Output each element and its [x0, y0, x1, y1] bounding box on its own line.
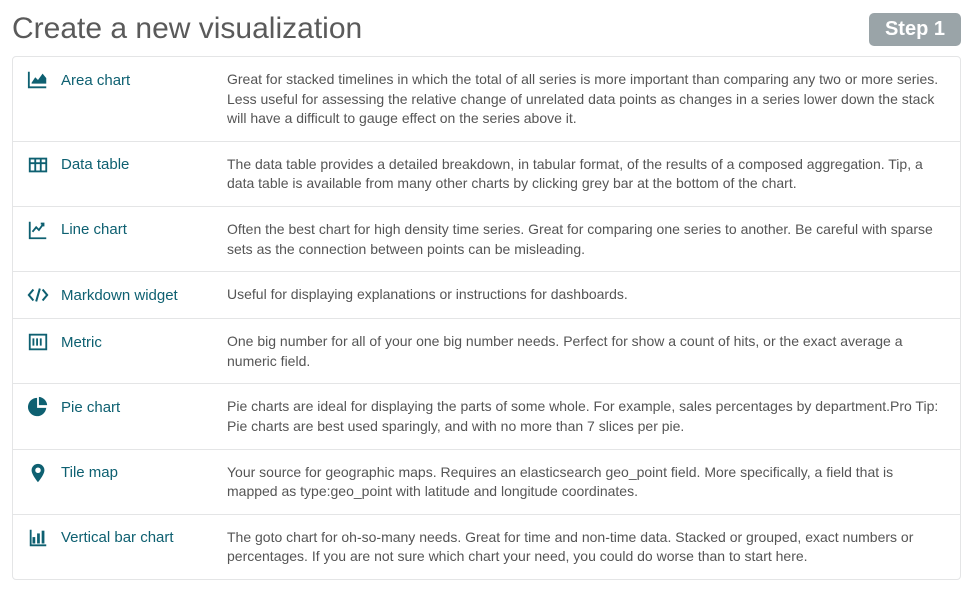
viz-item-left: Area chart [27, 69, 227, 91]
markdown-icon [27, 284, 49, 306]
tile-map-icon [27, 462, 49, 484]
viz-item-description: Great for stacked timelines in which the… [227, 69, 946, 129]
viz-item-area-chart[interactable]: Area chart Great for stacked timelines i… [13, 57, 960, 142]
viz-item-label: Metric [61, 334, 102, 351]
viz-item-left: Markdown widget [27, 284, 227, 306]
viz-item-label: Markdown widget [61, 287, 178, 304]
header: Create a new visualization Step 1 [12, 12, 961, 46]
viz-item-description: Often the best chart for high density ti… [227, 219, 946, 259]
viz-item-description: Useful for displaying explanations or in… [227, 284, 946, 305]
viz-item-label: Tile map [61, 464, 118, 481]
data-table-icon [27, 154, 49, 176]
metric-icon [27, 331, 49, 353]
step-badge: Step 1 [869, 13, 961, 46]
pie-chart-icon [27, 396, 49, 418]
visualization-list: Area chart Great for stacked timelines i… [12, 56, 961, 580]
viz-item-label: Area chart [61, 72, 130, 89]
viz-item-description: The data table provides a detailed break… [227, 154, 946, 194]
viz-item-description: Pie charts are ideal for displaying the … [227, 396, 946, 436]
viz-item-line-chart[interactable]: Line chart Often the best chart for high… [13, 207, 960, 272]
viz-item-pie-chart[interactable]: Pie chart Pie charts are ideal for displ… [13, 384, 960, 449]
viz-item-left: Metric [27, 331, 227, 353]
viz-item-left: Data table [27, 154, 227, 176]
viz-item-label: Vertical bar chart [61, 529, 174, 546]
viz-item-label: Data table [61, 156, 129, 173]
viz-item-data-table[interactable]: Data table The data table provides a det… [13, 142, 960, 207]
viz-item-metric[interactable]: Metric One big number for all of your on… [13, 319, 960, 384]
page-title: Create a new visualization [12, 12, 362, 46]
viz-item-vertical-bar[interactable]: Vertical bar chart The goto chart for oh… [13, 515, 960, 579]
viz-item-left: Line chart [27, 219, 227, 241]
vertical-bar-icon [27, 527, 49, 549]
viz-item-left: Vertical bar chart [27, 527, 227, 549]
viz-item-tile-map[interactable]: Tile map Your source for geographic maps… [13, 450, 960, 515]
viz-item-left: Pie chart [27, 396, 227, 418]
line-chart-icon [27, 219, 49, 241]
viz-item-description: Your source for geographic maps. Require… [227, 462, 946, 502]
viz-item-label: Line chart [61, 221, 127, 238]
viz-item-left: Tile map [27, 462, 227, 484]
viz-item-label: Pie chart [61, 399, 120, 416]
viz-item-markdown[interactable]: Markdown widget Useful for displaying ex… [13, 272, 960, 319]
area-chart-icon [27, 69, 49, 91]
viz-item-description: One big number for all of your one big n… [227, 331, 946, 371]
viz-item-description: The goto chart for oh-so-many needs. Gre… [227, 527, 946, 567]
